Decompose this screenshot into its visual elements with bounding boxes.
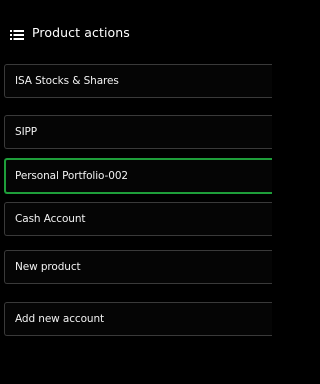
product-item-new-product[interactable]: New product [4, 250, 272, 284]
product-item-isa-stocks-shares[interactable]: ISA Stocks & Shares [4, 64, 272, 98]
add-new-account-label: Add new account [15, 313, 105, 325]
product-item-label: Cash Account [15, 213, 86, 225]
product-item-label: New product [15, 261, 81, 273]
add-new-account-button[interactable]: Add new account [4, 302, 272, 336]
product-item-personal-portfolio-002[interactable]: Personal Portfolio-002 [4, 158, 272, 194]
product-actions-panel: Product actions ISA Stocks & Shares SIPP… [0, 0, 272, 384]
product-item-label: SIPP [15, 126, 38, 138]
product-item-sipp[interactable]: SIPP [4, 115, 272, 149]
list-menu-icon [10, 26, 24, 40]
product-item-label: Personal Portfolio-002 [15, 170, 128, 182]
product-actions-title: Product actions [32, 24, 130, 40]
product-actions-header: Product actions [10, 22, 130, 42]
product-item-label: ISA Stocks & Shares [15, 75, 119, 87]
product-item-cash-account[interactable]: Cash Account [4, 202, 272, 236]
